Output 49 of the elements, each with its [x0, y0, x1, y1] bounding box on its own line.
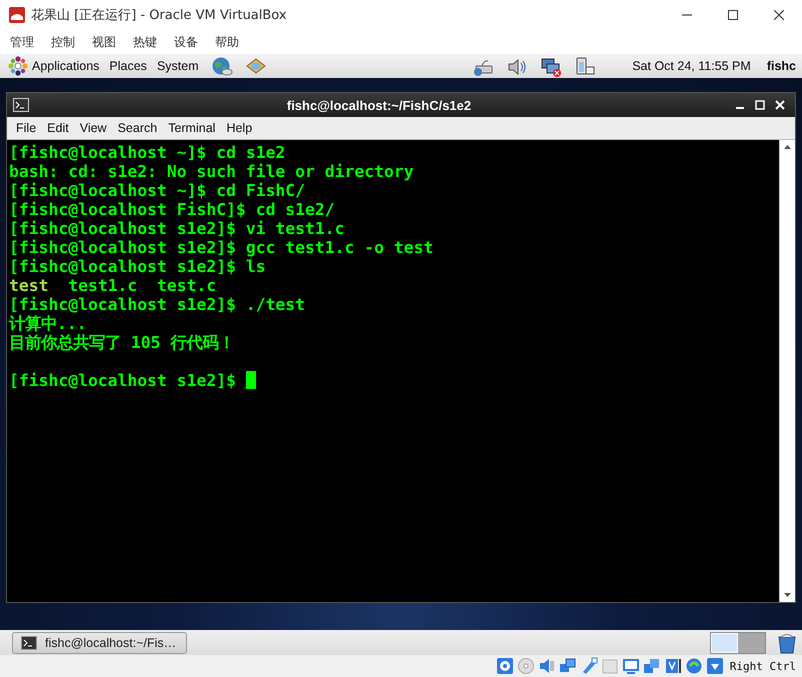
- menu-item[interactable]: 热键: [127, 34, 163, 50]
- terminal-line: [fishc@localhost s1e2]$ ls: [9, 257, 267, 276]
- menu-item[interactable]: 视图: [86, 34, 122, 50]
- trash-icon[interactable]: [776, 632, 798, 654]
- terminal-line: 计算中...: [9, 314, 88, 333]
- menu-item[interactable]: File: [11, 121, 42, 135]
- terminal-line: [fishc@localhost s1e2]$ vi test1.c: [9, 219, 346, 238]
- terminal-line: [fishc@localhost s1e2]$: [9, 371, 237, 390]
- windows-icon[interactable]: [642, 657, 661, 675]
- menu-item[interactable]: Terminal: [163, 121, 220, 135]
- menu-item[interactable]: 管理: [4, 34, 40, 50]
- terminal-line: [fishc@localhost ~]$ cd s1e2: [9, 143, 286, 162]
- globe-icon[interactable]: [210, 56, 233, 76]
- host-key-label: Right Ctrl: [730, 660, 796, 672]
- network-icon[interactable]: [558, 657, 577, 675]
- terminal-line: bash: cd: s1e2: No such file or directory: [9, 162, 415, 181]
- panel-menu[interactable]: Places: [109, 59, 147, 73]
- workspace-switcher[interactable]: [711, 632, 738, 652]
- menu-item[interactable]: Edit: [42, 121, 74, 135]
- terminal-text: test1.c test.c: [67, 276, 216, 295]
- terminal-line: 目前你总共写了 105 行代码！: [9, 333, 236, 352]
- window-title: 花果山 [正在运行] - Oracle VM VirtualBox: [31, 7, 288, 24]
- display-icon[interactable]: [622, 657, 640, 675]
- terminal-line: [fishc@localhost s1e2]$ gcc test1.c -o test: [9, 238, 434, 257]
- audio-icon[interactable]: [538, 657, 556, 675]
- terminal-icon: [21, 636, 37, 650]
- menu-item[interactable]: 设备: [168, 34, 204, 50]
- menu-item[interactable]: Help: [221, 121, 258, 135]
- menu-item[interactable]: 帮助: [209, 34, 245, 50]
- menu-item[interactable]: View: [74, 121, 112, 135]
- terminal-line: [fishc@localhost FishC]$ cd s1e2/: [9, 200, 336, 219]
- workspace-switcher[interactable]: [738, 632, 765, 652]
- menu-item[interactable]: 控制: [45, 34, 81, 50]
- app-icon: [9, 7, 25, 23]
- menu-item[interactable]: Search: [112, 121, 162, 135]
- maximize-icon: [728, 10, 738, 20]
- file-name: test: [9, 276, 48, 295]
- terminal-line: [fishc@localhost s1e2]$ ./test: [9, 295, 306, 314]
- clock[interactable]: Sat Oct 24, 11:55 PM: [632, 59, 751, 73]
- user-name[interactable]: fishc: [766, 59, 796, 73]
- close-icon: [774, 10, 784, 20]
- gnome-logo-icon[interactable]: [8, 56, 28, 76]
- terminal-line: [fishc@localhost ~]$ cd FishC/: [9, 181, 306, 200]
- taskbar-button[interactable]: fishc@localhost:~/Fis…: [12, 632, 188, 654]
- network-computer-icon[interactable]: [540, 56, 562, 76]
- terminal-title: fishc@localhost:~/FishC/s1e2: [286, 98, 472, 112]
- panel-menu[interactable]: System: [156, 59, 199, 73]
- terminal-icon: [13, 98, 29, 112]
- panel-menu[interactable]: Applications: [32, 59, 100, 73]
